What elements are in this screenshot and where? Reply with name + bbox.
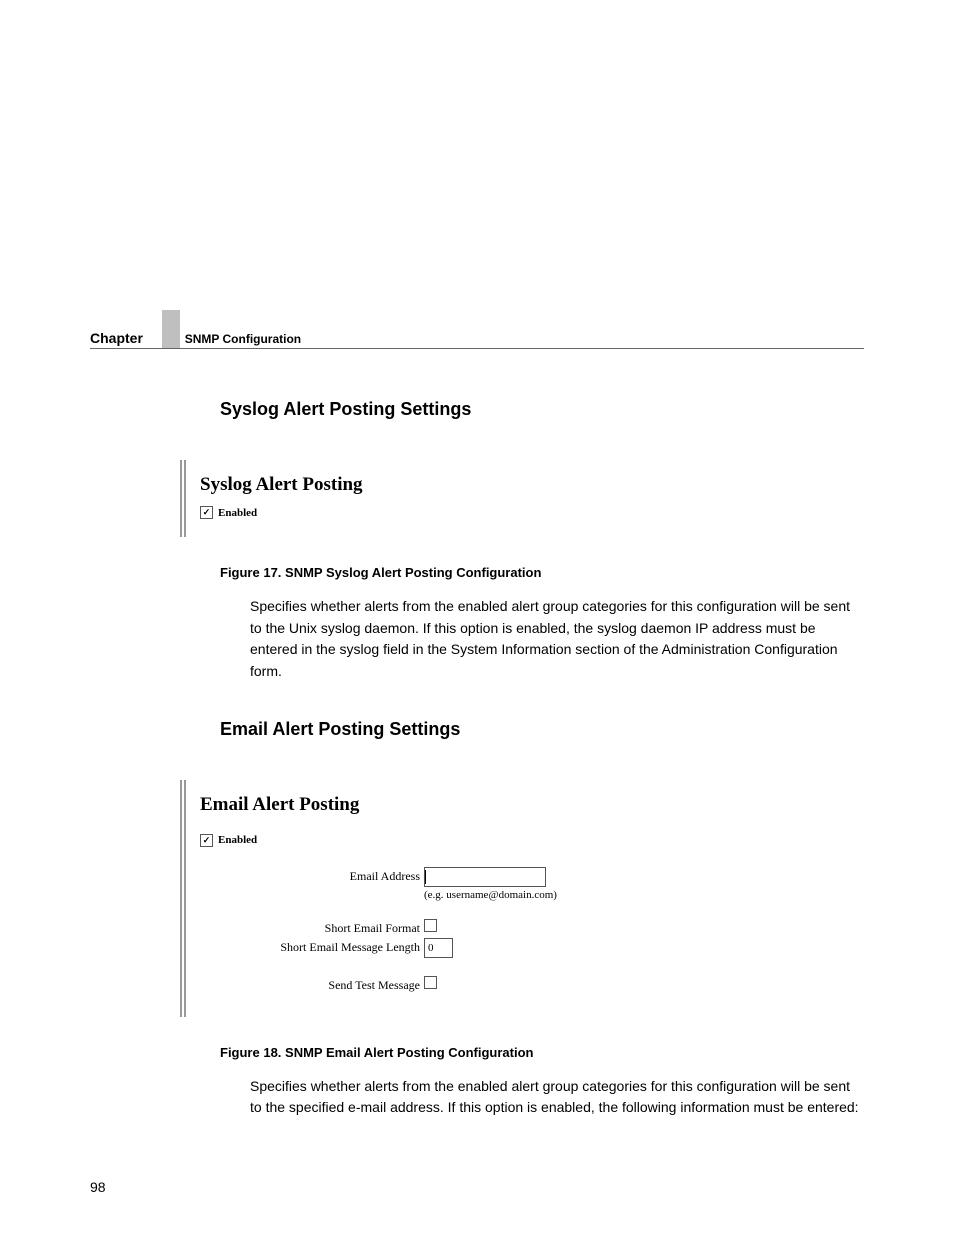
chapter-bar (162, 310, 180, 348)
syslog-enabled-label: Enabled (218, 507, 257, 519)
page-header: Chapter 3 SNMP Configuration (90, 330, 864, 349)
text-cursor-icon (425, 870, 426, 884)
email-address-hint: (e.g. username@domain.com) (424, 889, 557, 901)
figure-17-body: Specifies whether alerts from the enable… (250, 596, 864, 683)
short-format-label: Short Email Format (200, 919, 424, 936)
short-format-row: Short Email Format (200, 919, 846, 936)
section-heading-syslog: Syslog Alert Posting Settings (220, 399, 864, 420)
email-address-row: Email Address (e.g. username@domain.com) (200, 867, 846, 901)
section-heading-email: Email Alert Posting Settings (220, 719, 864, 740)
email-panel-title: Email Alert Posting (200, 794, 846, 816)
email-enabled-checkbox[interactable]: ✓ (200, 834, 213, 847)
syslog-panel-title: Syslog Alert Posting (200, 474, 846, 496)
page: Chapter 3 SNMP Configuration Syslog Aler… (0, 0, 954, 1259)
email-address-label: Email Address (200, 867, 424, 884)
syslog-screenshot: Syslog Alert Posting ✓ Enabled (180, 460, 864, 537)
email-enabled-label: Enabled (218, 834, 257, 846)
short-length-label: Short Email Message Length (200, 938, 424, 955)
figure-17-caption: Figure 17. SNMP Syslog Alert Posting Con… (220, 565, 864, 580)
short-length-row: Short Email Message Length 0 (200, 938, 846, 958)
syslog-enabled-checkbox[interactable]: ✓ (200, 506, 213, 519)
send-test-checkbox[interactable] (424, 976, 437, 989)
chapter-title: SNMP Configuration (185, 332, 301, 346)
email-screenshot: Email Alert Posting ✓ Enabled Email Addr… (180, 780, 864, 1017)
chapter-label: Chapter (90, 330, 143, 346)
email-enabled-row: ✓ Enabled (200, 834, 846, 847)
send-test-label: Send Test Message (200, 976, 424, 993)
content-body: Syslog Alert Posting Settings Syslog Ale… (220, 399, 864, 1119)
figure-18-caption: Figure 18. SNMP Email Alert Posting Conf… (220, 1045, 864, 1060)
figure-18-body: Specifies whether alerts from the enable… (250, 1076, 864, 1119)
syslog-enabled-row: ✓ Enabled (200, 506, 846, 519)
send-test-row: Send Test Message (200, 976, 846, 993)
short-format-checkbox[interactable] (424, 919, 437, 932)
page-number: 98 (90, 1179, 106, 1195)
short-length-input[interactable]: 0 (424, 938, 453, 958)
email-address-input[interactable] (424, 867, 546, 887)
